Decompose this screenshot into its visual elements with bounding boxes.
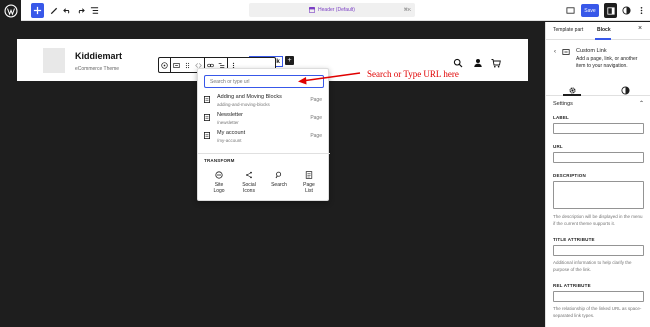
tools-icon[interactable] — [47, 3, 60, 18]
settings-sidebar: Template part Block × ‹ Custom Link Add … — [545, 22, 650, 327]
tab-template-part[interactable]: Template part — [553, 27, 583, 33]
search-icon[interactable] — [453, 55, 463, 68]
editor-top-bar: Header (Default) ⌘K Save — [0, 0, 650, 21]
settings-gear-icon[interactable] — [568, 82, 578, 94]
settings-toggle-icon[interactable] — [604, 3, 617, 18]
result-title: My account — [217, 130, 246, 136]
template-part-icon — [309, 7, 316, 13]
transform-site-logo-button[interactable]: Site Logo — [208, 171, 230, 194]
page-list-icon — [305, 171, 313, 179]
title-attribute-field-label: TITLE ATTRIBUTE — [553, 237, 595, 242]
tab-block[interactable]: Block — [597, 27, 611, 33]
result-url: /my-account — [217, 138, 242, 143]
drag-handle-icon[interactable] — [184, 62, 191, 69]
chevron-up-icon[interactable]: ⌃ — [639, 100, 644, 107]
search-icon — [275, 171, 282, 179]
result-url: adding-and-moving-blocks — [217, 102, 270, 107]
parent-block-button[interactable] — [159, 58, 171, 72]
site-tagline[interactable]: eCommerce Theme — [75, 66, 119, 72]
block-inserter-button[interactable] — [31, 3, 44, 18]
search-result-item[interactable]: Adding and Moving Blocks adding-and-movi… — [203, 93, 325, 110]
result-url: /newsletter — [217, 120, 239, 125]
document-title: Header (Default) — [318, 7, 355, 13]
custom-link-icon — [562, 49, 570, 55]
compass-icon — [161, 61, 168, 69]
annotation-arrow-icon — [298, 72, 361, 85]
block-name: Custom Link — [576, 48, 607, 54]
page-icon — [204, 132, 210, 139]
sidebar-tabs: Template part Block × — [546, 22, 650, 40]
add-navigation-item-button[interactable]: + — [285, 56, 294, 65]
transform-search-button[interactable]: Search — [268, 171, 290, 188]
annotation-text: Search or Type URL here — [367, 69, 459, 79]
page-icon — [204, 114, 210, 121]
result-type: Page — [310, 97, 322, 103]
search-result-item[interactable]: Newsletter /newsletter Page — [203, 111, 325, 128]
account-icon[interactable] — [473, 55, 483, 67]
link-control-popover: Adding and Moving Blocks adding-and-movi… — [197, 68, 330, 201]
custom-link-icon — [173, 62, 180, 68]
share-icon — [246, 171, 252, 179]
document-overview-icon[interactable] — [88, 3, 101, 18]
description-textarea[interactable] — [553, 181, 644, 209]
redo-icon[interactable] — [74, 3, 87, 18]
rel-attribute-help-text: The relationship of the linked URL as sp… — [553, 306, 642, 318]
rel-attribute-input[interactable] — [553, 291, 644, 302]
label-field-label: LABEL — [553, 115, 569, 120]
transform-label: Search — [271, 182, 287, 188]
search-result-item[interactable]: My account /my-account Page — [203, 129, 325, 146]
site-title[interactable]: Kiddiemart — [75, 51, 122, 61]
result-title: Adding and Moving Blocks — [217, 94, 282, 100]
site-logo-placeholder[interactable] — [43, 48, 65, 73]
document-bar[interactable]: Header (Default) ⌘K — [249, 3, 415, 17]
save-button[interactable]: Save — [581, 4, 599, 17]
active-subtab-indicator — [563, 94, 581, 96]
title-attribute-help-text: Additional information to help clarify t… — [553, 260, 632, 272]
transform-label: Site Logo — [213, 182, 225, 194]
result-type: Page — [310, 133, 322, 139]
url-input[interactable] — [553, 152, 644, 163]
result-title: Newsletter — [217, 112, 243, 118]
site-logo-icon — [215, 171, 223, 179]
styles-icon[interactable] — [621, 82, 631, 95]
wordpress-icon[interactable] — [0, 0, 21, 21]
url-field-label: URL — [553, 144, 563, 149]
block-inspector-tabs — [546, 78, 650, 96]
options-menu-icon[interactable] — [635, 3, 648, 18]
active-tab-indicator — [595, 38, 611, 40]
block-description: Add a page, link, or another item to you… — [576, 56, 638, 69]
description-help-text: The description will be displayed in the… — [553, 214, 643, 226]
transform-heading: TRANSFORM — [204, 158, 235, 163]
command-shortcut: ⌘K — [403, 7, 411, 12]
transform-social-icons-button[interactable]: Social Icons — [238, 171, 260, 194]
close-icon[interactable]: × — [638, 25, 642, 32]
result-type: Page — [310, 115, 322, 121]
transform-label: Page List — [303, 182, 315, 194]
transform-page-list-button[interactable]: Page List — [298, 171, 320, 194]
rel-attribute-field-label: REL ATTRIBUTE — [553, 283, 591, 288]
title-attribute-input[interactable] — [553, 245, 644, 256]
description-field-label: DESCRIPTION — [553, 173, 586, 178]
back-icon[interactable]: ‹ — [554, 49, 556, 55]
label-input[interactable] — [553, 123, 644, 134]
view-icon[interactable] — [564, 3, 577, 18]
undo-icon[interactable] — [61, 3, 74, 18]
styles-icon[interactable] — [620, 3, 633, 18]
settings-panel-heading[interactable]: Settings — [553, 101, 573, 107]
transform-label: Social Icons — [242, 182, 256, 194]
cart-icon[interactable] — [491, 55, 501, 68]
popover-divider — [198, 153, 330, 154]
page-icon — [204, 96, 210, 103]
